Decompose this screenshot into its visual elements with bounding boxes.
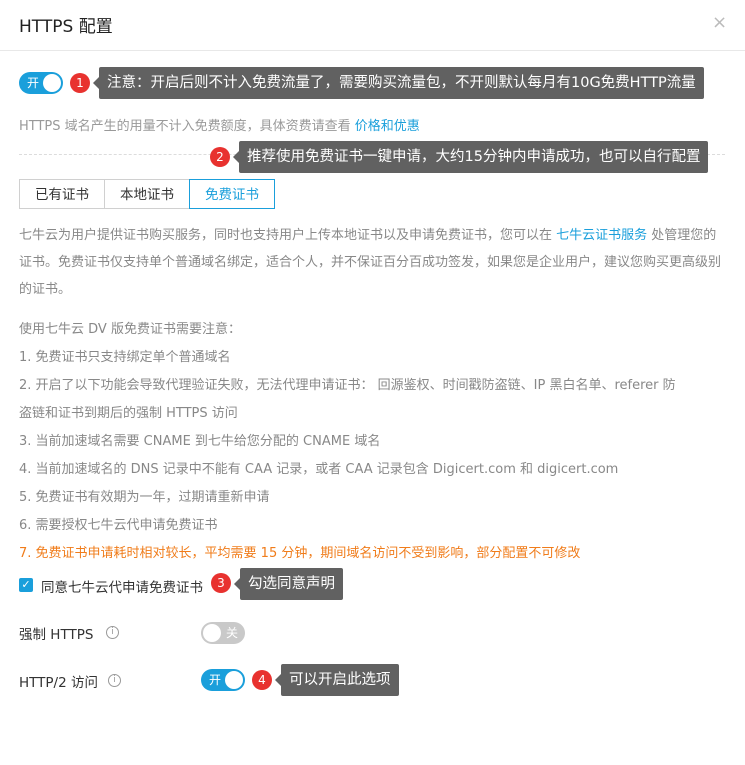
billing-note-text: HTTPS 域名产生的用量不计入免费额度，具体资费请查看 — [19, 119, 355, 134]
tab-existing-cert[interactable]: 已有证书 — [19, 179, 105, 209]
billing-note: HTTPS 域名产生的用量不计入免费额度，具体资费请查看 价格和优惠 — [19, 115, 420, 134]
note-item: 5. 免费证书有效期为一年，过期请重新申请 — [19, 490, 270, 505]
toggle-knob — [43, 74, 61, 92]
intro-paragraph: 七牛云为用户提供证书购买服务，同时也支持用户上传本地证书以及申请免费证书，您可以… — [19, 222, 725, 303]
force-https-toggle[interactable]: 关 — [201, 622, 245, 644]
intro-text-1: 七牛云为用户提供证书购买服务，同时也支持用户上传本地证书以及申请免费证书，您可以… — [19, 228, 557, 243]
https-toggle[interactable]: 开 — [19, 72, 63, 94]
callout-badge-1: 1 — [70, 73, 90, 93]
force-https-label: 强制 HTTPS — [19, 627, 94, 643]
toggle-knob — [225, 671, 243, 689]
callout-badge-2: 2 — [210, 147, 230, 167]
callout-1: 注意：开启后则不计入免费流量了，需要购买流量包，不开则默认每月有10G免费HTT… — [93, 67, 704, 99]
note-item: 1. 免费证书只支持绑定单个普通域名 — [19, 350, 231, 365]
callout-2: 推荐使用免费证书一键申请，大约15分钟内申请成功，也可以自行配置 — [232, 141, 709, 173]
tab-free-cert[interactable]: 免费证书 — [189, 179, 275, 209]
callout-3: 勾选同意声明 — [234, 568, 343, 600]
close-icon[interactable]: × — [712, 12, 727, 33]
http2-toggle[interactable]: 开 — [201, 669, 245, 691]
notes-heading: 使用七牛云 DV 版免费证书需要注意： — [19, 322, 241, 337]
note-item: 盗链和证书到期后的强制 HTTPS 访问 — [19, 406, 238, 421]
callout-badge-4: 4 — [252, 670, 272, 690]
callout-4: 可以开启此选项 — [275, 664, 399, 696]
dialog-title: HTTPS 配置 — [19, 17, 113, 37]
callout-badge-3: 3 — [211, 573, 231, 593]
force-https-toggle-label: 关 — [225, 626, 238, 640]
agreement-label[interactable]: 同意七牛云代申请免费证书 — [41, 576, 203, 596]
pricing-link[interactable]: 价格和优惠 — [355, 119, 420, 134]
note-warning: 7. 免费证书申请耗时相对较长，平均需要 15 分钟，期间域名访问不受到影响，部… — [19, 546, 581, 561]
cert-service-link[interactable]: 七牛云证书服务 — [556, 228, 647, 243]
tab-local-cert[interactable]: 本地证书 — [104, 179, 190, 209]
https-toggle-label: 开 — [27, 76, 40, 90]
note-item: 2. 开启了以下功能会导致代理验证失败，无法代理申请证书： 回源鉴权、时间戳防盗… — [19, 378, 676, 393]
note-item: 4. 当前加速域名的 DNS 记录中不能有 CAA 记录，或者 CAA 记录包含… — [19, 462, 619, 477]
info-icon[interactable]: i — [106, 626, 119, 639]
agreement-checkbox[interactable]: ✓ — [19, 578, 33, 592]
http2-toggle-label: 开 — [209, 673, 222, 687]
certificate-tabs: 已有证书 本地证书 免费证书 — [19, 179, 275, 209]
note-item: 6. 需要授权七牛云代申请免费证书 — [19, 518, 218, 533]
http2-label: HTTP/2 访问 — [19, 675, 98, 691]
toggle-knob — [203, 624, 221, 642]
note-item: 3. 当前加速域名需要 CNAME 到七牛给您分配的 CNAME 域名 — [19, 434, 381, 449]
header-divider — [0, 50, 745, 51]
info-icon[interactable]: i — [108, 674, 121, 687]
